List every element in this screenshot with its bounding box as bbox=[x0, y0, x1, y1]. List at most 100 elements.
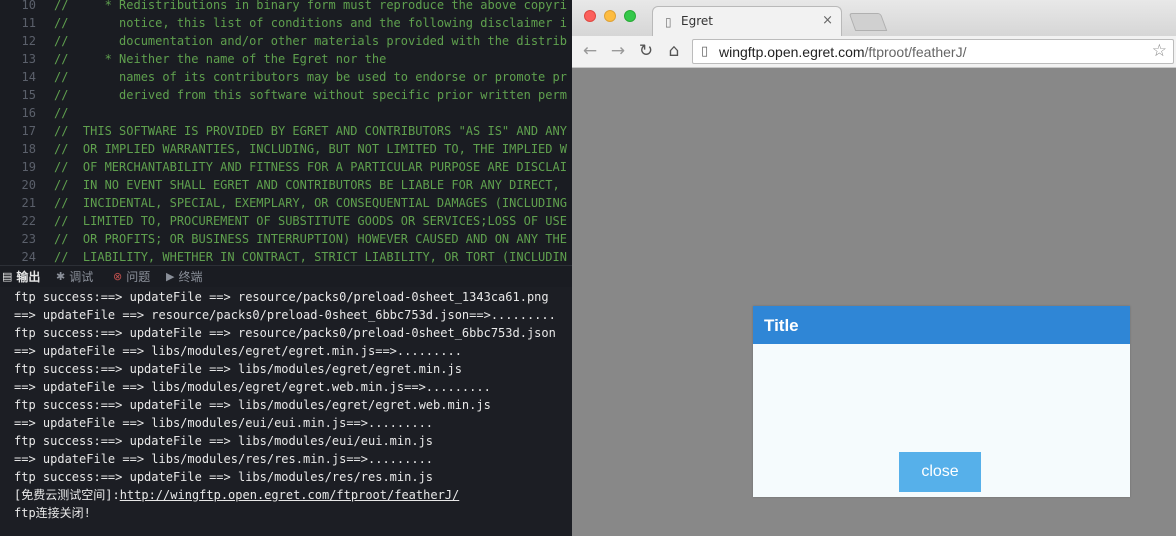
page-info-icon: ▯ bbox=[701, 44, 709, 59]
tab-problems-label: 问题 bbox=[126, 270, 151, 284]
line-number: 19 bbox=[21, 160, 36, 174]
close-window-button[interactable] bbox=[584, 10, 596, 22]
reload-icon[interactable]: ↻ bbox=[636, 40, 656, 62]
output-line: ==> updateFile ==> resource/packs0/prelo… bbox=[14, 308, 556, 322]
code-line: 13 // * Neither the name of the Egret nor… bbox=[0, 50, 387, 68]
code-comment: // notice, this list of conditions and t… bbox=[54, 16, 567, 30]
line-number: 12 bbox=[21, 34, 36, 48]
code-comment: // documentation and/or other materials … bbox=[54, 34, 567, 48]
browser-titlebar: ▯ Egret × bbox=[572, 0, 1176, 36]
browser-window: ▯ Egret × ← → ↻ ⌂ ▯ wingftp.open.egret.c… bbox=[572, 0, 1176, 536]
page-icon: ▯ bbox=[665, 15, 672, 29]
tab-output[interactable]: ▤ 输出 bbox=[2, 266, 40, 288]
code-comment: // * Redistributions in binary form must… bbox=[54, 0, 567, 12]
line-number: 22 bbox=[21, 214, 36, 228]
error-icon: ⊗ bbox=[113, 270, 123, 283]
code-line: 15 // derived from this software without … bbox=[0, 86, 567, 104]
code-comment: // LIABILITY, WHETHER IN CONTRACT, STRIC… bbox=[54, 250, 567, 264]
code-line: 17 // THIS SOFTWARE IS PROVIDED BY EGRET … bbox=[0, 122, 567, 140]
line-number: 21 bbox=[21, 196, 36, 210]
code-line: 22 // LIMITED TO, PROCUREMENT OF SUBSTITU… bbox=[0, 212, 567, 230]
output-line: ftp success:==> updateFile ==> libs/modu… bbox=[14, 398, 491, 412]
code-comment: // LIMITED TO, PROCUREMENT OF SUBSTITUTE… bbox=[54, 214, 567, 228]
back-arrow-icon[interactable]: ← bbox=[580, 40, 600, 62]
address-bar[interactable]: ▯ wingftp.open.egret.com/ftproot/feather… bbox=[692, 39, 1174, 64]
code-line: 12 // documentation and/or other material… bbox=[0, 32, 567, 50]
line-number: 16 bbox=[21, 106, 36, 120]
bookmark-star-icon[interactable]: ☆ bbox=[1152, 41, 1167, 61]
code-comment: // names of its contributors may be used… bbox=[54, 70, 567, 84]
line-number: 14 bbox=[21, 70, 36, 84]
output-line: ==> updateFile ==> libs/modules/res/res.… bbox=[14, 452, 434, 466]
line-number: 15 bbox=[21, 88, 36, 102]
dialog-title: Title bbox=[764, 316, 799, 335]
code-comment: // derived from this software without sp… bbox=[54, 88, 567, 102]
output-line: ftp连接关闭! bbox=[14, 506, 91, 520]
code-line: 16 // bbox=[0, 104, 69, 122]
tab-output-label: 输出 bbox=[16, 270, 41, 284]
home-icon[interactable]: ⌂ bbox=[664, 40, 684, 62]
maximize-window-button[interactable] bbox=[624, 10, 636, 22]
tab-problems[interactable]: ⊗ 问题 bbox=[113, 266, 150, 288]
panel-tab-bar: ▤ 输出 ✱ 调试 ⊗ 问题 ▶ 终端 bbox=[0, 265, 572, 288]
minimize-window-button[interactable] bbox=[604, 10, 616, 22]
browser-toolbar: ← → ↻ ⌂ ▯ wingftp.open.egret.com/ftproot… bbox=[572, 36, 1176, 68]
line-number: 23 bbox=[21, 232, 36, 246]
code-comment: // OR PROFITS; OR BUSINESS INTERRUPTION)… bbox=[54, 232, 567, 246]
line-number: 24 bbox=[21, 250, 36, 264]
line-number: 13 bbox=[21, 52, 36, 66]
url-host: wingftp.open.egret.com bbox=[719, 44, 865, 60]
browser-tab[interactable]: ▯ Egret × bbox=[652, 6, 842, 36]
line-number: 10 bbox=[21, 0, 36, 12]
close-tab-icon[interactable]: × bbox=[822, 13, 833, 28]
code-line: 11 // notice, this list of conditions and… bbox=[0, 14, 567, 32]
line-number: 17 bbox=[21, 124, 36, 138]
line-number: 20 bbox=[21, 178, 36, 192]
line-number: 11 bbox=[21, 16, 36, 30]
code-line: 19 // OF MERCHANTABILITY AND FITNESS FOR … bbox=[0, 158, 567, 176]
code-line: 14 // names of its contributors may be us… bbox=[0, 68, 567, 86]
code-comment: // bbox=[54, 106, 69, 120]
code-line: 24 // LIABILITY, WHETHER IN CONTRACT, STR… bbox=[0, 248, 567, 265]
code-comment: // THIS SOFTWARE IS PROVIDED BY EGRET AN… bbox=[54, 124, 567, 138]
dialog-header: Title bbox=[753, 306, 1130, 344]
output-line: [免费云测试空间]:http://wingftp.open.egret.com/… bbox=[14, 486, 459, 504]
tab-debug-label: 调试 bbox=[69, 270, 94, 284]
output-line: ==> updateFile ==> libs/modules/egret/eg… bbox=[14, 344, 462, 358]
output-panel[interactable]: ftp success:==> updateFile ==> resource/… bbox=[0, 287, 572, 536]
tab-debug[interactable]: ✱ 调试 bbox=[56, 266, 93, 288]
output-line: ftp success:==> updateFile ==> libs/modu… bbox=[14, 470, 434, 484]
output-line: ftp success:==> updateFile ==> libs/modu… bbox=[14, 434, 434, 448]
dialog-panel: Title close bbox=[753, 306, 1130, 497]
close-button[interactable]: close bbox=[899, 452, 981, 492]
code-editor[interactable]: 10 // * Redistributions in binary form mu… bbox=[0, 0, 572, 265]
output-line: ftp success:==> updateFile ==> resource/… bbox=[14, 290, 549, 304]
tab-terminal-label: 终端 bbox=[178, 270, 203, 284]
output-line: ftp success:==> updateFile ==> resource/… bbox=[14, 326, 556, 340]
forward-arrow-icon[interactable]: → bbox=[608, 40, 628, 62]
url-text: wingftp.open.egret.com/ftproot/featherJ/ bbox=[719, 44, 966, 60]
new-tab-button[interactable] bbox=[848, 13, 888, 31]
bug-icon: ✱ bbox=[56, 270, 66, 283]
code-comment: // * Neither the name of the Egret nor t… bbox=[54, 52, 387, 66]
output-icon: ▤ bbox=[2, 270, 13, 283]
code-comment: // IN NO EVENT SHALL EGRET AND CONTRIBUT… bbox=[54, 178, 560, 192]
output-line: ==> updateFile ==> libs/modules/egret/eg… bbox=[14, 380, 491, 394]
terminal-icon: ▶ bbox=[166, 270, 175, 283]
code-line: 10 // * Redistributions in binary form mu… bbox=[0, 0, 567, 14]
code-comment: // OR IMPLIED WARRANTIES, INCLUDING, BUT… bbox=[54, 142, 567, 156]
space-url-link[interactable]: http://wingftp.open.egret.com/ftproot/fe… bbox=[120, 488, 460, 502]
output-line: ftp success:==> updateFile ==> libs/modu… bbox=[14, 362, 462, 376]
code-comment: // INCIDENTAL, SPECIAL, EXEMPLARY, OR CO… bbox=[54, 196, 567, 210]
code-comment: // OF MERCHANTABILITY AND FITNESS FOR A … bbox=[54, 160, 567, 174]
code-line: 18 // OR IMPLIED WARRANTIES, INCLUDING, B… bbox=[0, 140, 567, 158]
line-number: 18 bbox=[21, 142, 36, 156]
space-label: [免费云测试空间]: bbox=[14, 488, 120, 502]
code-line: 23 // OR PROFITS; OR BUSINESS INTERRUPTIO… bbox=[0, 230, 567, 248]
tab-terminal[interactable]: ▶ 终端 bbox=[166, 266, 202, 288]
output-line: ==> updateFile ==> libs/modules/eui/eui.… bbox=[14, 416, 434, 430]
url-path: /ftproot/featherJ/ bbox=[864, 44, 967, 60]
browser-tab-title: Egret bbox=[681, 14, 713, 28]
code-line: 20 // IN NO EVENT SHALL EGRET AND CONTRIB… bbox=[0, 176, 560, 194]
code-line: 21 // INCIDENTAL, SPECIAL, EXEMPLARY, OR … bbox=[0, 194, 567, 212]
